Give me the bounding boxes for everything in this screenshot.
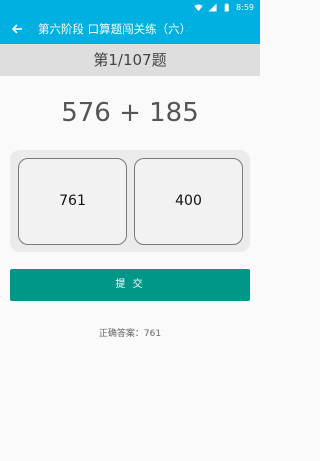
battery-icon: [224, 2, 229, 12]
option-button-2[interactable]: 400: [134, 158, 243, 245]
app-bar: 第六阶段 口算题闯关练（六）: [0, 14, 260, 44]
question-counter: 第1/107题: [0, 44, 260, 76]
correct-answer-label: 正确答案：: [98, 329, 144, 339]
question-text: 576 + 185: [61, 98, 199, 128]
status-bar: 8:59: [0, 0, 260, 14]
back-arrow-icon[interactable]: [8, 20, 26, 38]
status-icons: 8:59: [194, 2, 254, 12]
options-panel: 761 400: [10, 150, 250, 252]
correct-answer-value: 761: [143, 329, 162, 339]
wifi-icon: [194, 4, 203, 11]
app-title: 第六阶段 口算题闯关练（六）: [38, 22, 192, 36]
submit-button[interactable]: 提 交: [10, 269, 250, 301]
correct-answer: 正确答案：761: [0, 326, 260, 342]
status-time: 8:59: [236, 2, 254, 12]
signal-icon: [208, 2, 217, 12]
option-button-1[interactable]: 761: [18, 158, 127, 245]
